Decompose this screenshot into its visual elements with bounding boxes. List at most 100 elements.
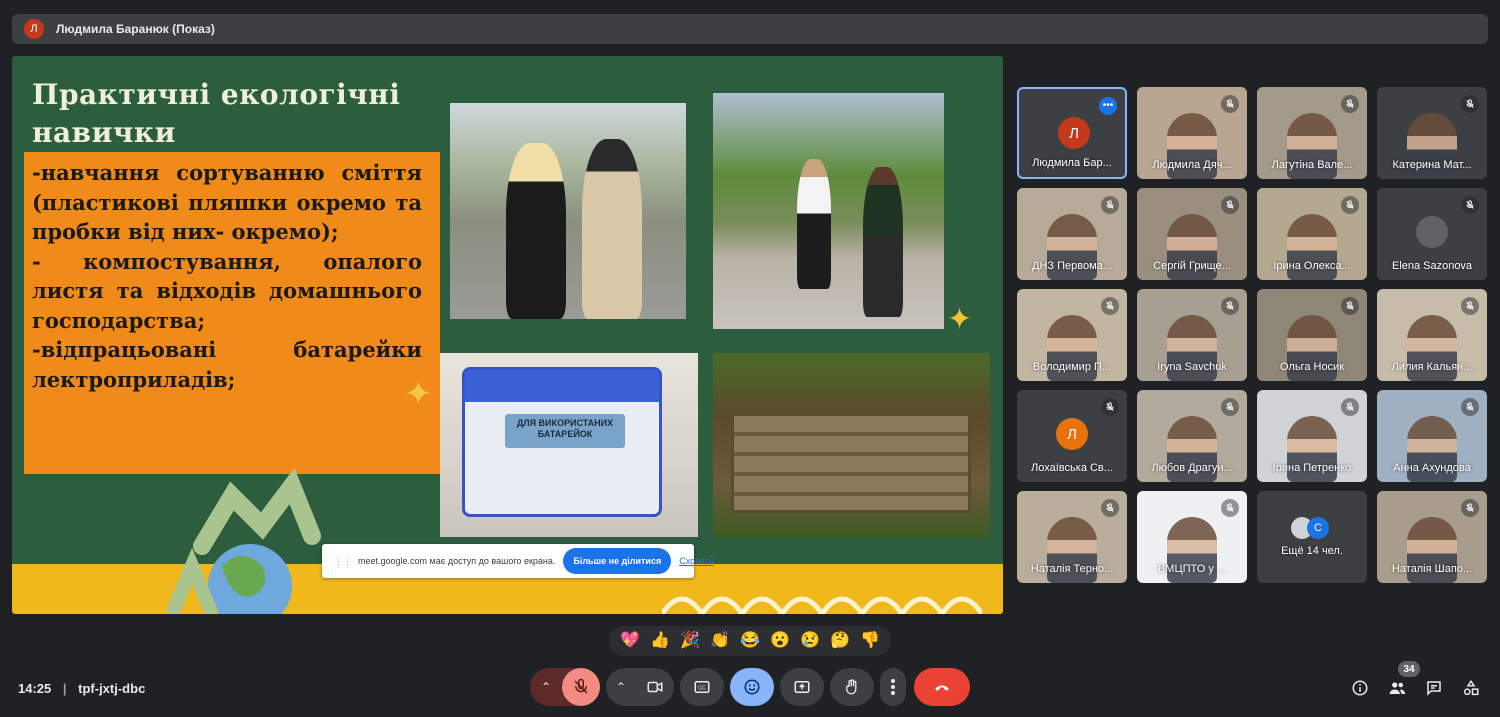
participant-name: Володимир П...	[1032, 361, 1112, 373]
mic-off-button[interactable]	[562, 668, 600, 706]
participant-tile[interactable]: Лагутіна Вале...	[1257, 87, 1367, 179]
participant-name: Наталія Терно...	[1030, 563, 1114, 575]
participant-tile[interactable]: Ольга Носик	[1257, 289, 1367, 381]
avatar: Л	[1056, 418, 1088, 450]
hide-notice-link[interactable]: Сховати	[679, 556, 714, 566]
participant-tile[interactable]: ДНЗ Первома...	[1017, 188, 1127, 280]
mic-off-icon	[574, 678, 588, 694]
participant-tile[interactable]: Лилия Кальян...	[1377, 289, 1487, 381]
captions-icon: CC	[694, 681, 710, 693]
participant-name: ВМЦПТО у ...	[1157, 563, 1227, 575]
more-icon	[891, 679, 895, 695]
stop-sharing-button[interactable]: Більше не ділитися	[563, 548, 672, 574]
participant-tile[interactable]: Elena Sazonova	[1377, 188, 1487, 280]
reaction-sad[interactable]: 😢	[800, 633, 820, 649]
reaction-laugh[interactable]: 😂	[740, 633, 760, 649]
mic-off-icon	[1461, 95, 1479, 113]
participant-name: Лагутіна Вале...	[1271, 159, 1353, 171]
participant-tile[interactable]: Анна Ахундова	[1377, 390, 1487, 482]
activities-button[interactable]	[1459, 676, 1483, 700]
compost-crate	[731, 413, 971, 513]
mic-off-icon	[1101, 297, 1119, 315]
recycle-globe-icon	[165, 467, 321, 614]
chevron-up-icon[interactable]: ⌃	[606, 680, 636, 694]
participant-tile[interactable]: Катерина Мат...	[1377, 87, 1487, 179]
reaction-thumbs-up[interactable]: 👍	[650, 633, 670, 649]
mic-off-icon	[1341, 297, 1359, 315]
participant-name: Elena Sazonova	[1391, 260, 1473, 272]
participant-name: Ірина Олекса...	[1273, 260, 1351, 272]
participant-tile[interactable]: Ірина Петренко	[1257, 390, 1367, 482]
mic-off-icon	[1461, 297, 1479, 315]
participant-tile[interactable]: ВМЦПТО у ...	[1137, 491, 1247, 583]
mic-off-icon	[1221, 297, 1239, 315]
camera-icon	[647, 681, 663, 693]
participant-name: Катерина Мат...	[1392, 159, 1472, 171]
people-button[interactable]	[1385, 676, 1409, 700]
participant-name: Ольга Носик	[1279, 361, 1345, 373]
presenter-bar: Л Людмила Баранюк (Показ)	[12, 14, 1488, 44]
share-notice-text: meet.google.com має доступ до вашого екр…	[358, 556, 556, 566]
slide-text-box: -навчання сортуванню сміття (пластикові …	[24, 152, 440, 474]
mic-off-icon	[1341, 196, 1359, 214]
participant-name: Iryna Savchuk	[1157, 361, 1227, 373]
reaction-thumbs-down[interactable]: 👎	[860, 633, 880, 649]
slide-title: Практичні екологічні навички	[32, 78, 401, 149]
participant-tile[interactable]: Л Лохаївська Св...	[1017, 390, 1127, 482]
participant-name: Ірина Петренко	[1272, 462, 1352, 474]
emoji-button[interactable]	[730, 668, 774, 706]
reaction-party[interactable]: 🎉	[680, 633, 700, 649]
svg-text:CC: CC	[698, 685, 706, 691]
separator: |	[62, 681, 67, 696]
camera-button[interactable]	[636, 678, 674, 696]
mic-off-icon	[1101, 196, 1119, 214]
reaction-clap[interactable]: 👏	[710, 633, 730, 649]
end-call-button[interactable]	[914, 668, 970, 706]
slide-bullet: - компостування, опалого листя та відход…	[32, 248, 422, 333]
participant-name: Сергій Грище...	[1153, 260, 1231, 272]
participant-tile[interactable]: Iryna Savchuk	[1137, 289, 1247, 381]
mic-off-icon	[1461, 398, 1479, 416]
meeting-details-button[interactable]	[1348, 676, 1372, 700]
slide-bullet: -відпрацьовані батарейки лектроприладів;	[32, 337, 422, 392]
mic-off-icon	[1221, 95, 1239, 113]
raise-hand-button[interactable]	[830, 668, 874, 706]
captions-button[interactable]: CC	[680, 668, 724, 706]
photo-students-carrying-bag	[713, 93, 944, 329]
participant-name: Анна Ахундова	[1393, 462, 1471, 474]
raise-hand-icon	[846, 679, 857, 695]
mic-off-icon	[1221, 499, 1239, 517]
reaction-thinking[interactable]: 🤔	[830, 633, 850, 649]
participant-tile[interactable]: Людмила Дяч...	[1137, 87, 1247, 179]
participant-tile[interactable]: С Ещё 14 чел.	[1257, 491, 1367, 583]
sparkle-icon: ✦	[947, 303, 973, 336]
mic-control-group: ⌃	[530, 668, 600, 706]
chevron-up-icon[interactable]: ⌃	[530, 680, 562, 694]
info-icon	[1352, 680, 1368, 696]
participant-name: Ещё 14 чел.	[1281, 545, 1343, 557]
reactions-bar: 💖 👍 🎉 👏 😂 😮 😢 🤔 👎	[609, 626, 891, 656]
participant-name: Людмила Дяч...	[1152, 159, 1232, 171]
participant-tile[interactable]: Л ••• Людмила Бар...	[1017, 87, 1127, 179]
reaction-surprised[interactable]: 😮	[770, 633, 790, 649]
reaction-heart[interactable]: 💖	[620, 633, 640, 649]
avatar: Л	[1058, 117, 1090, 149]
end-call-icon	[935, 685, 949, 691]
participant-name: Лохаївська Св...	[1031, 462, 1113, 474]
participant-tile[interactable]: Наталія Шапо...	[1377, 491, 1487, 583]
photo-battery-box: ДЛЯ ВИКОРИСТАНИХ БАТАРЕЙОК	[440, 353, 698, 537]
participant-tile[interactable]: Володимир П...	[1017, 289, 1127, 381]
presenter-avatar: Л	[24, 19, 44, 39]
slide-bullet: -навчання сортуванню сміття (пластикові …	[32, 160, 422, 244]
mic-off-icon	[1101, 499, 1119, 517]
participant-tile[interactable]: Наталія Терно...	[1017, 491, 1127, 583]
mic-off-icon	[1461, 499, 1479, 517]
chat-button[interactable]	[1422, 676, 1446, 700]
participant-tile[interactable]: Любов Драгун...	[1137, 390, 1247, 482]
participant-tile[interactable]: Сергій Грище...	[1137, 188, 1247, 280]
participant-tile[interactable]: Ірина Олекса...	[1257, 188, 1367, 280]
drag-handle-icon[interactable]: ⋮⋮	[334, 556, 352, 567]
present-button[interactable]	[780, 668, 824, 706]
more-options-button[interactable]	[880, 668, 906, 706]
more-icon[interactable]: •••	[1099, 97, 1117, 115]
